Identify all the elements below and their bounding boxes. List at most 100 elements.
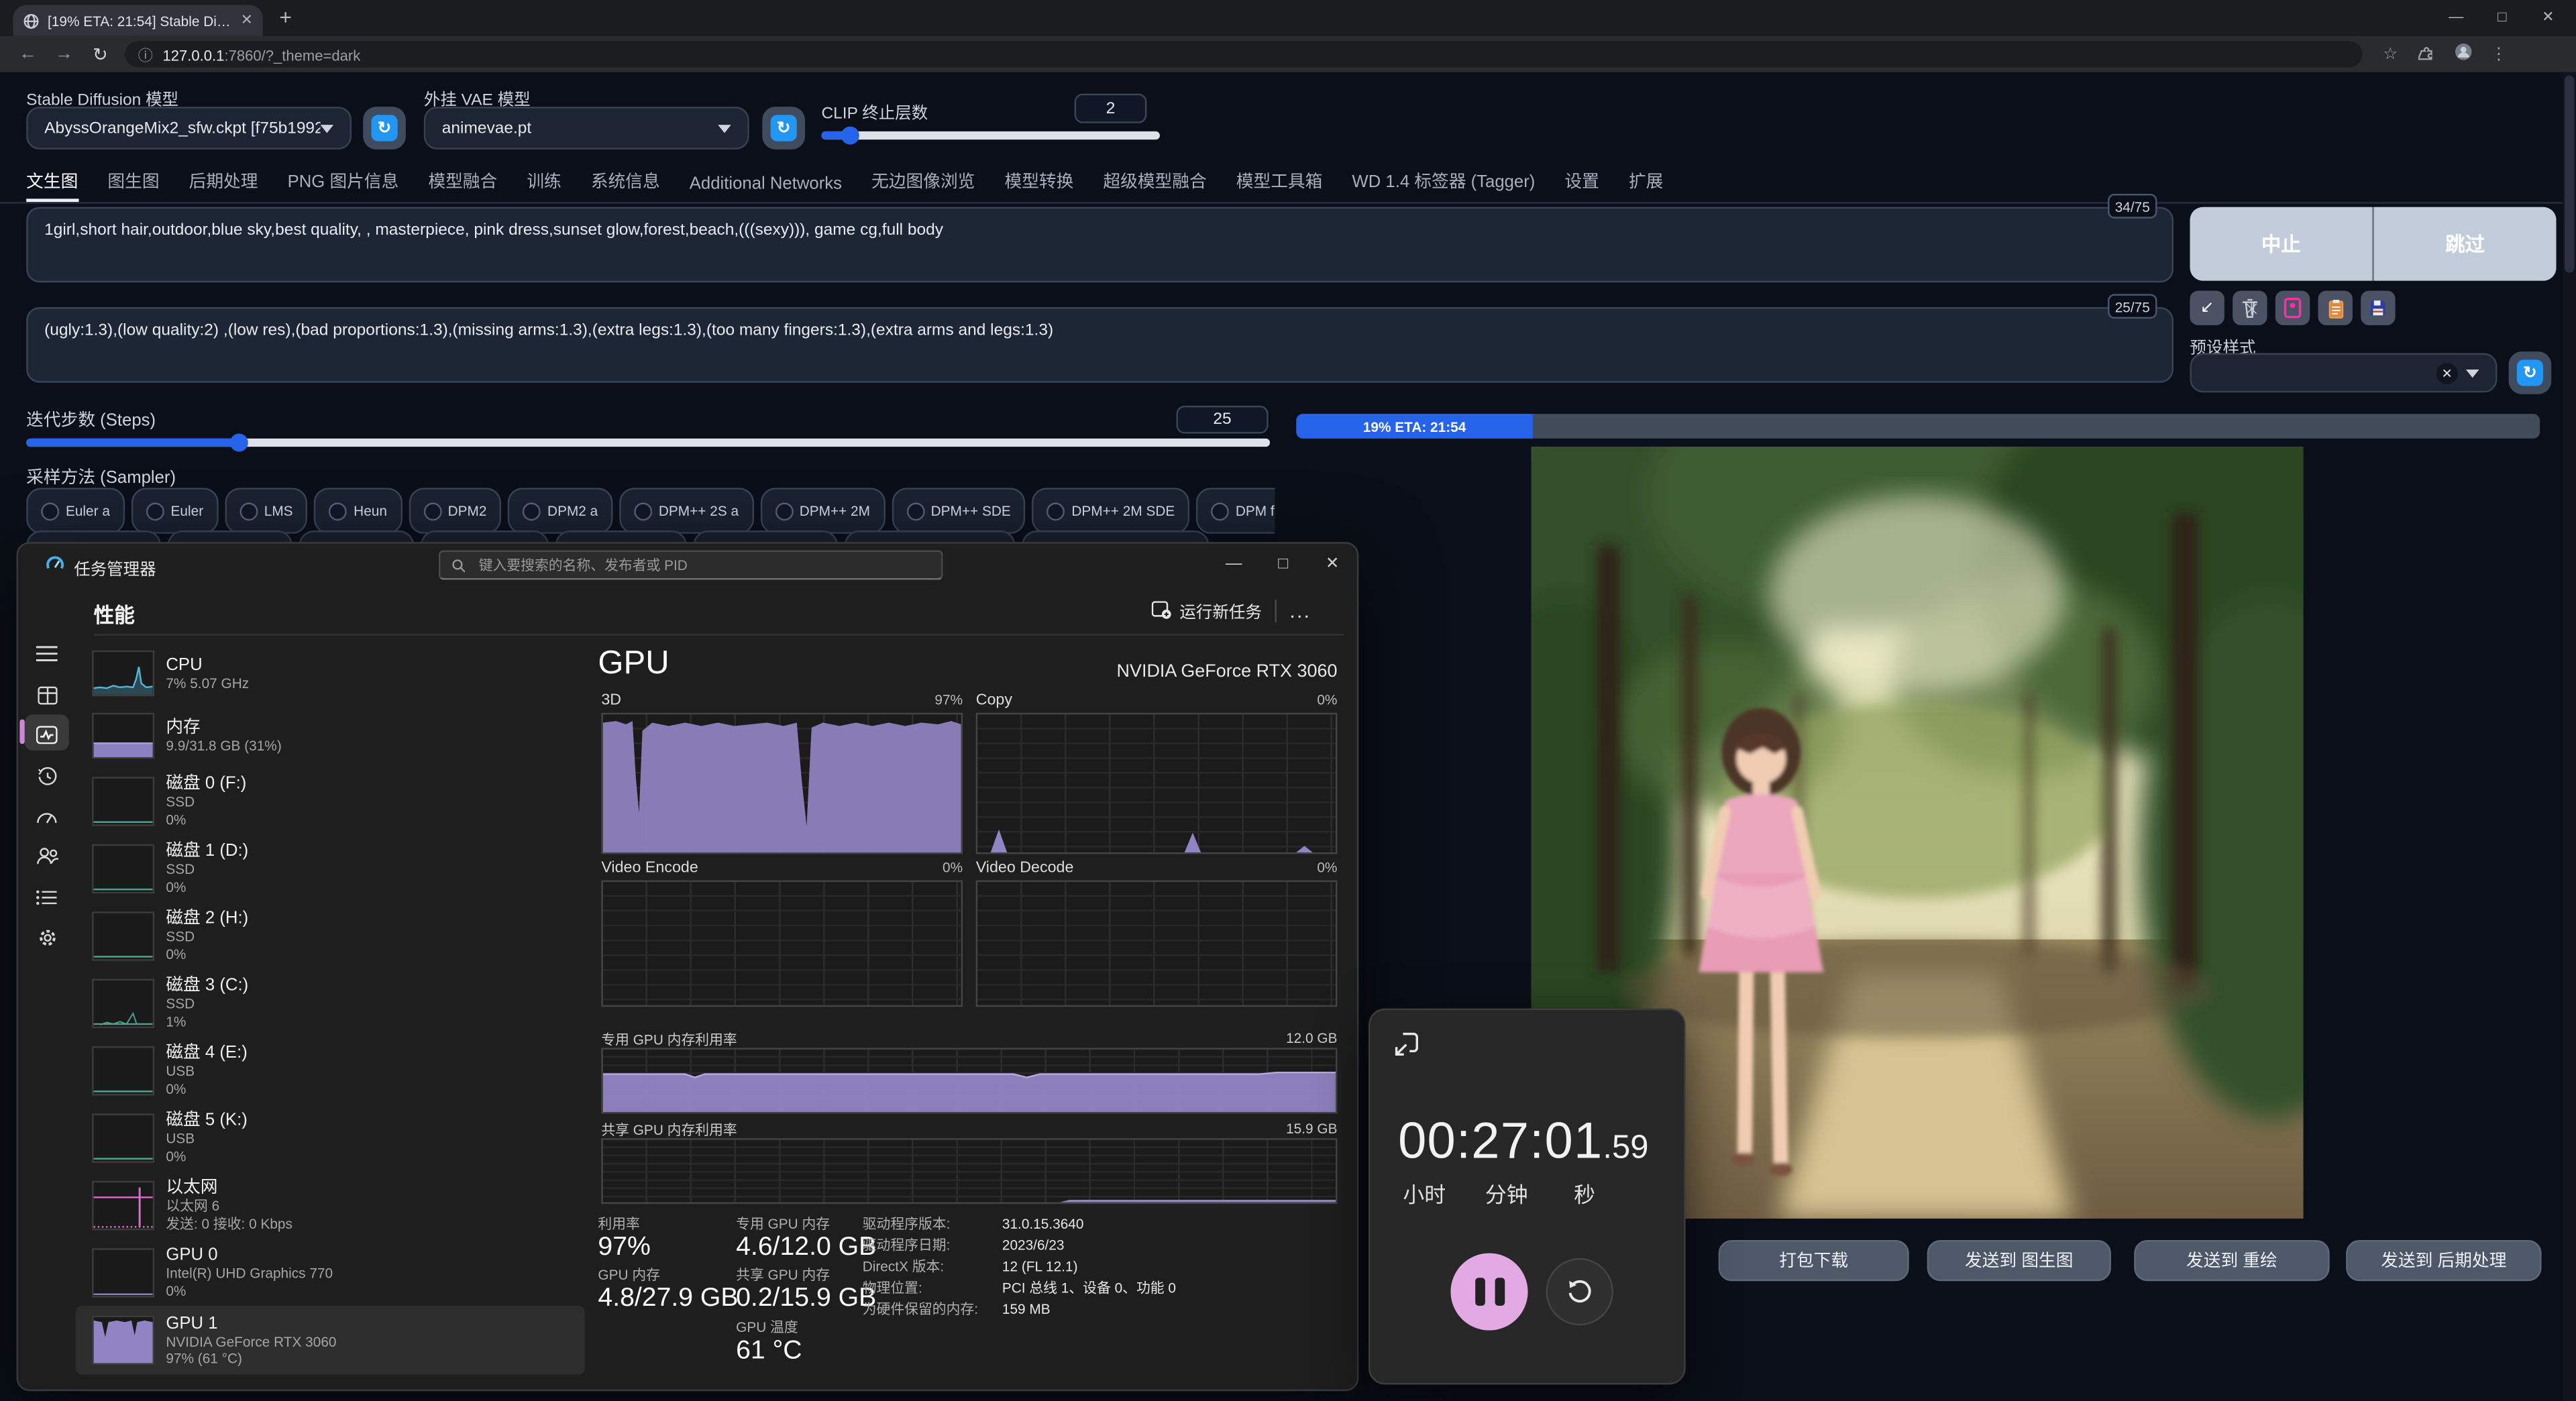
tab-train[interactable]: 训练 — [527, 169, 561, 202]
perf-item-disk5[interactable]: 磁盘 5 (K:)USB0% — [76, 1104, 585, 1171]
extensions-puzzle-icon[interactable] — [2408, 44, 2445, 65]
interrupt-button[interactable]: 中止 — [2190, 207, 2372, 281]
model-refresh-button[interactable]: ↻ — [363, 107, 406, 150]
pause-button[interactable] — [1450, 1253, 1527, 1331]
zip-download-button[interactable]: 打包下载 — [1719, 1240, 1909, 1281]
tm-close-button[interactable]: ✕ — [1307, 544, 1356, 585]
tm-titlebar[interactable]: 任务管理器 — □ ✕ — [18, 544, 1358, 585]
new-tab-button[interactable]: + — [279, 7, 292, 30]
tm-performance-icon[interactable] — [18, 714, 76, 754]
perf-item-disk3[interactable]: 磁盘 3 (C:)SSD1% — [76, 969, 585, 1036]
tm-maximize-button[interactable]: □ — [1258, 544, 1307, 585]
prompt-input[interactable]: 1girl,short hair,outdoor,blue sky,best q… — [26, 207, 2174, 283]
window-close-button[interactable]: ✕ — [2527, 0, 2570, 33]
sampler-dpmpp-2m[interactable]: DPM++ 2M — [760, 488, 885, 534]
browser-tab[interactable]: [19% ETA: 21:54] Stable Diffusi ✕ — [13, 5, 263, 36]
vae-refresh-button[interactable]: ↻ — [762, 107, 805, 150]
url-bar[interactable]: ⓘ 127.0.0.1:7860/?_theme=dark — [125, 41, 2363, 67]
tab-extensions[interactable]: 扩展 — [1629, 169, 1663, 202]
tab-img2img[interactable]: 图生图 — [107, 169, 159, 202]
sampler-dpmpp-2s-a[interactable]: DPM++ 2S a — [619, 488, 753, 534]
sampler-dpm2-a[interactable]: DPM2 a — [508, 488, 612, 534]
tab-image-browser[interactable]: 无边图像浏览 — [871, 169, 975, 202]
reset-button[interactable] — [1546, 1258, 1613, 1325]
extra-networks-button[interactable] — [2275, 290, 2310, 325]
clear-selection-icon[interactable]: ✕ — [2436, 362, 2458, 384]
window-maximize-button[interactable]: □ — [2481, 0, 2524, 33]
tab-png-info[interactable]: PNG 图片信息 — [288, 169, 399, 202]
sampler-euler[interactable]: Euler — [131, 488, 218, 534]
perf-item-disk1[interactable]: 磁盘 1 (D:)SSD0% — [76, 834, 585, 901]
steps-slider-handle[interactable] — [230, 434, 248, 452]
perf-item-gpu0[interactable]: GPU 0Intel(R) UHD Graphics 7700% — [76, 1239, 585, 1306]
perf-item-memory[interactable]: 内存9.9/31.8 GB (31%) — [76, 705, 585, 767]
model-dropdown[interactable]: AbyssOrangeMix2_sfw.ckpt [f75b19923f] — [26, 107, 352, 150]
tab-close-icon[interactable]: ✕ — [241, 11, 253, 30]
tm-details-icon[interactable] — [18, 877, 76, 917]
sampler-dpm-fast[interactable]: DPM fast — [1196, 488, 1275, 534]
clip-skip-slider-handle[interactable] — [841, 127, 859, 145]
tm-menu-hamburger-icon[interactable] — [18, 634, 76, 673]
tab-model-toolkit[interactable]: 模型工具箱 — [1236, 169, 1323, 202]
page-scrollbar-thumb[interactable] — [2565, 76, 2575, 273]
sampler-heun[interactable]: Heun — [314, 488, 402, 534]
tab-super-merger[interactable]: 超级模型融合 — [1103, 169, 1206, 202]
tab-model-convert[interactable]: 模型转换 — [1004, 169, 1073, 202]
back-icon[interactable]: ← — [10, 44, 46, 64]
steps-value[interactable]: 25 — [1176, 406, 1268, 434]
clip-skip-value[interactable]: 2 — [1075, 94, 1147, 123]
tab-system-info[interactable]: 系统信息 — [591, 169, 660, 202]
perf-item-ethernet[interactable]: 以太网以太网 6发送: 0 接收: 0 Kbps — [76, 1171, 585, 1238]
tm-app-history-icon[interactable] — [18, 757, 76, 797]
tab-wd-tagger[interactable]: WD 1.4 标签器 (Tagger) — [1352, 169, 1535, 202]
clip-skip-slider[interactable] — [821, 131, 1159, 139]
popout-window-icon[interactable] — [1393, 1031, 1419, 1058]
bookmark-star-icon[interactable]: ☆ — [2372, 45, 2408, 63]
perf-item-cpu[interactable]: CPU7% 5.07 GHz — [76, 642, 585, 705]
tm-search-input[interactable] — [476, 555, 930, 575]
styles-refresh-button[interactable]: ↻ — [2509, 351, 2552, 394]
send-to-img2img-button[interactable]: 发送到 图生图 — [1927, 1240, 2111, 1281]
perf-item-gpu1[interactable]: GPU 1NVIDIA GeForce RTX 306097% (61 °C) — [76, 1306, 585, 1375]
tab-txt2img[interactable]: 文生图 — [26, 169, 78, 202]
tab-settings[interactable]: 设置 — [1564, 169, 1599, 202]
forward-icon[interactable]: → — [46, 44, 83, 64]
tab-checkpoint-merger[interactable]: 模型融合 — [428, 169, 497, 202]
send-to-extras-button[interactable]: 发送到 后期处理 — [2346, 1240, 2541, 1281]
sampler-dpm2[interactable]: DPM2 — [409, 488, 502, 534]
stopwatch-widget[interactable]: 00:27:01 .59 小时 分钟 秒 — [1368, 1009, 1686, 1385]
window-minimize-button[interactable]: — — [2434, 0, 2477, 33]
sampler-euler-a[interactable]: Euler a — [26, 488, 125, 534]
tm-minimize-button[interactable]: — — [1209, 544, 1258, 585]
send-to-inpaint-button[interactable]: 发送到 重绘 — [2134, 1240, 2329, 1281]
browser-menu-kebab-icon[interactable]: ⋮ — [2481, 45, 2517, 63]
tm-startup-apps-icon[interactable] — [18, 797, 76, 836]
apply-style-button[interactable] — [2318, 290, 2353, 325]
steps-slider[interactable] — [26, 439, 1270, 447]
styles-dropdown[interactable]: ✕ — [2190, 353, 2497, 393]
perf-item-disk4[interactable]: 磁盘 4 (E:)USB0% — [76, 1036, 585, 1103]
tab-additional-networks[interactable]: Additional Networks — [690, 174, 842, 203]
perf-item-disk2[interactable]: 磁盘 2 (H:)SSD0% — [76, 901, 585, 968]
run-new-task-button[interactable]: 运行新任务 — [1152, 598, 1262, 622]
perf-item-disk0[interactable]: 磁盘 0 (F:)SSD0% — [76, 767, 585, 834]
sampler-dpmpp-sde[interactable]: DPM++ SDE — [892, 488, 1026, 534]
skip-button[interactable]: 跳过 — [2374, 207, 2557, 281]
negative-prompt-input[interactable]: (ugly:1.3),(low quality:2) ,(low res),(b… — [26, 307, 2174, 383]
vae-dropdown[interactable]: animevae.pt — [424, 107, 749, 150]
tm-processes-icon[interactable] — [18, 675, 76, 715]
tab-extras[interactable]: 后期处理 — [189, 169, 258, 202]
tm-more-menu-button[interactable]: ... — [1289, 599, 1311, 622]
site-info-icon[interactable]: ⓘ — [138, 44, 153, 65]
profile-avatar[interactable] — [2445, 43, 2481, 66]
sampler-lms[interactable]: LMS — [225, 488, 308, 534]
sampler-dpmpp-2m-sde[interactable]: DPM++ 2M SDE — [1032, 488, 1190, 534]
tm-services-icon[interactable] — [18, 918, 76, 958]
tm-search-box[interactable] — [439, 550, 943, 579]
tm-users-icon[interactable] — [18, 836, 76, 876]
reload-icon[interactable]: ↻ — [82, 44, 118, 65]
tm-settings-gear-icon[interactable] — [18, 1378, 76, 1392]
save-style-button[interactable] — [2361, 290, 2395, 325]
clear-prompt-button[interactable] — [2233, 290, 2267, 325]
paste-generation-params-button[interactable]: ↙ — [2190, 290, 2224, 325]
